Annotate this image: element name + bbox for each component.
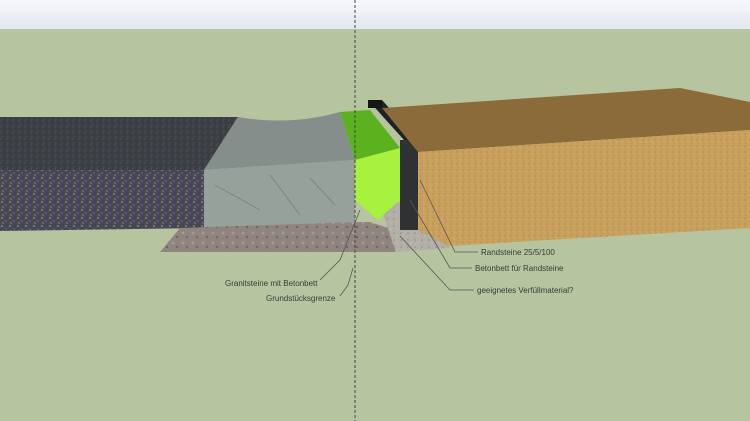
callout-verfuellmaterial: geeignetes Verfüllmaterial? <box>477 286 574 295</box>
soil-block <box>382 88 750 246</box>
callout-betonbett: Betonbett für Randsteine <box>475 264 564 273</box>
sketchup-viewport[interactable]: Randsteine 25/5/100 Betonbett für Randst… <box>0 0 750 421</box>
3d-model <box>0 0 750 421</box>
callout-granitsteine: Granitsteine mit Betonbett <box>225 279 318 288</box>
asphalt-road <box>0 117 238 231</box>
callout-randsteine: Randsteine 25/5/100 <box>481 248 555 257</box>
callout-grundstuecksgrenze: Grundstücksgrenze <box>266 294 336 303</box>
